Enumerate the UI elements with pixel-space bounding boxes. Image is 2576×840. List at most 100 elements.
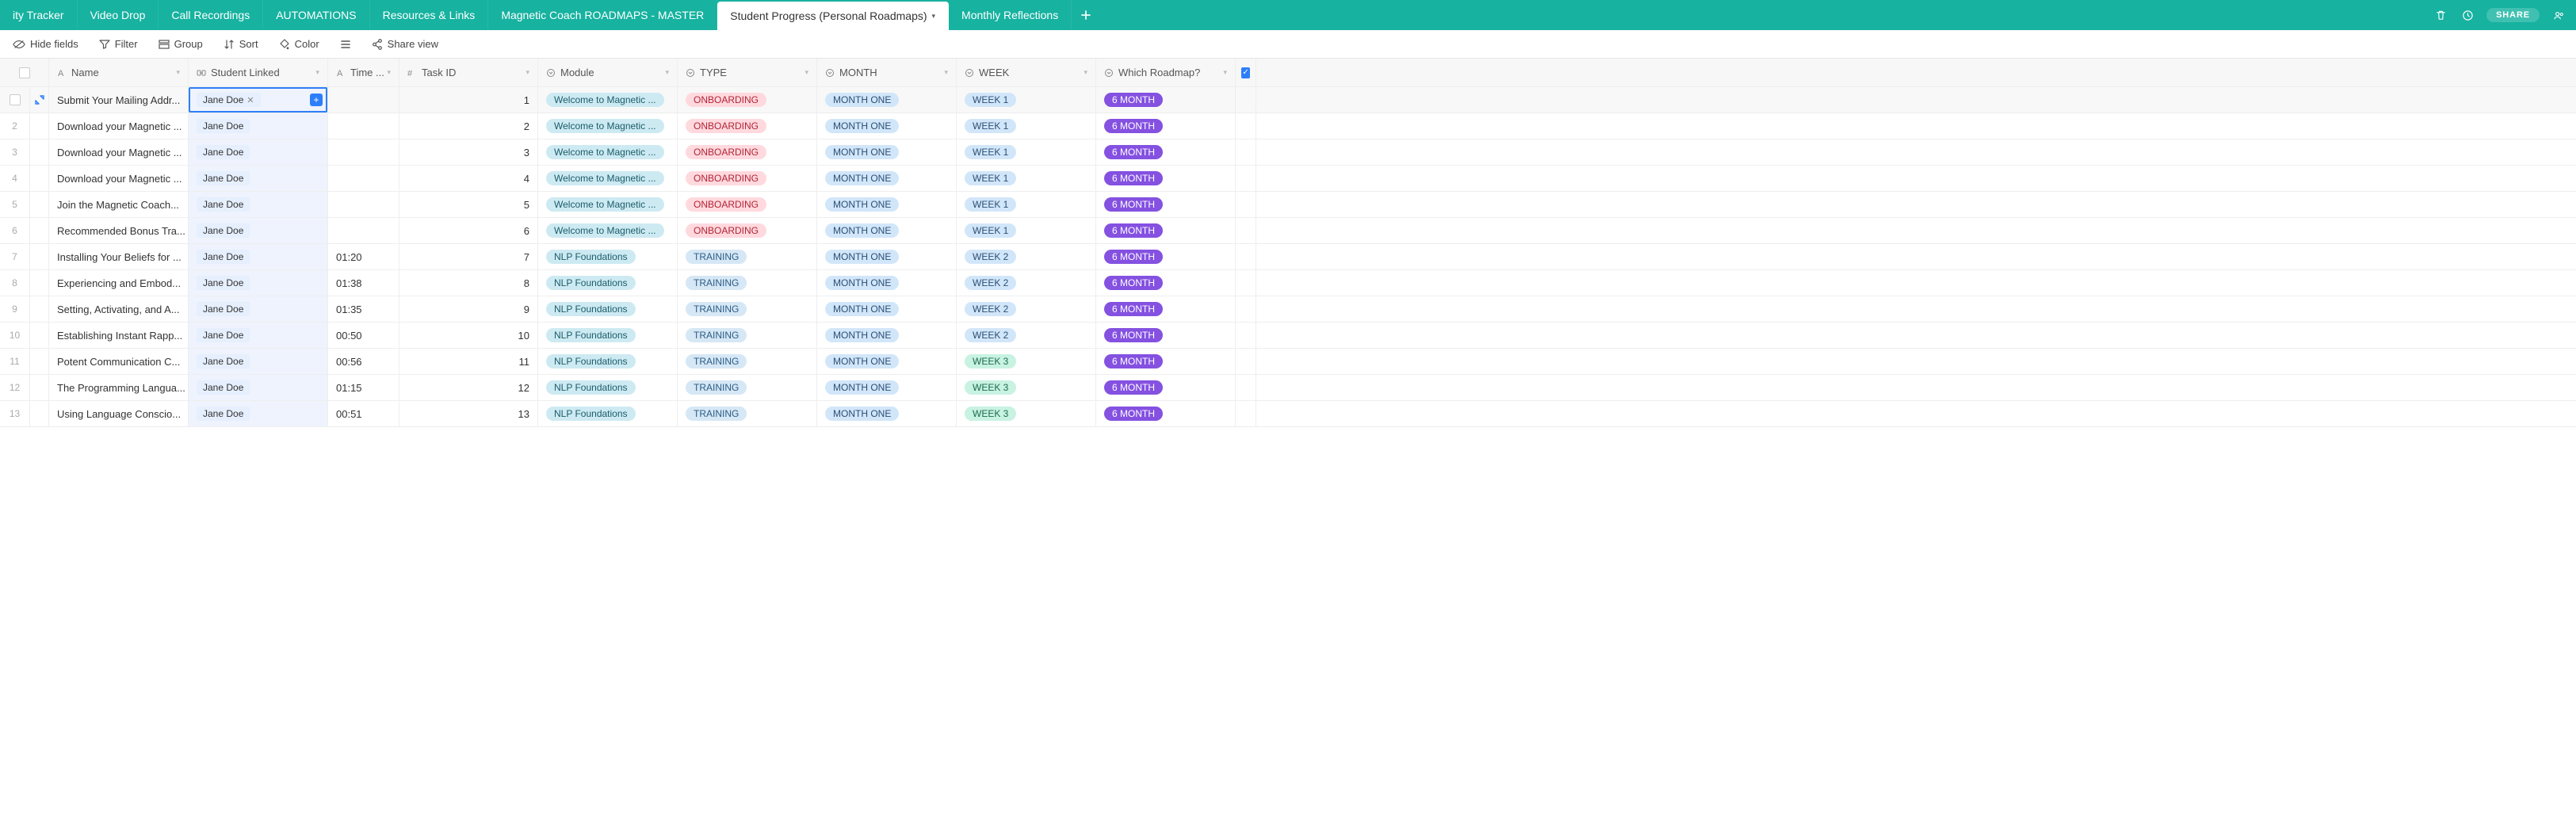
cell-name[interactable]: Download your Magnetic ... <box>49 113 189 139</box>
group-button[interactable]: Group <box>159 38 203 50</box>
cell-task-id[interactable]: 9 <box>399 296 538 322</box>
cell-task-id[interactable]: 2 <box>399 113 538 139</box>
cell-roadmap[interactable]: 6 MONTH <box>1096 323 1236 348</box>
cell-done[interactable] <box>1236 218 1256 243</box>
table-row[interactable]: 5Join the Magnetic Coach...Jane Doe5Welc… <box>0 192 2576 218</box>
cell-task-id[interactable]: 3 <box>399 139 538 165</box>
cell-week[interactable]: WEEK 1 <box>957 166 1096 191</box>
row-number[interactable]: 8 <box>0 270 30 296</box>
table-row[interactable]: 8Experiencing and Embod...Jane Doe01:388… <box>0 270 2576 296</box>
linked-record-chip[interactable]: Jane Doe <box>197 407 250 421</box>
cell-done[interactable] <box>1236 349 1256 374</box>
view-tab[interactable]: Video Drop <box>78 0 159 30</box>
cell-task-id[interactable]: 11 <box>399 349 538 374</box>
cell-module[interactable]: Welcome to Magnetic ... <box>538 87 678 113</box>
cell-week[interactable]: WEEK 1 <box>957 218 1096 243</box>
cell-time[interactable]: 01:35 <box>328 296 399 322</box>
linked-record-chip[interactable]: Jane Doe <box>197 197 250 212</box>
cell-student-linked[interactable]: Jane Doe <box>189 218 328 243</box>
cell-module[interactable]: NLP Foundations <box>538 296 678 322</box>
table-row[interactable]: 6Recommended Bonus Tra...Jane Doe6Welcom… <box>0 218 2576 244</box>
column-roadmap[interactable]: Which Roadmap?▾ <box>1096 59 1236 86</box>
row-number[interactable]: 4 <box>0 166 30 191</box>
view-tab[interactable]: Monthly Reflections <box>949 0 1072 30</box>
table-row[interactable]: 11Potent Communication C...Jane Doe00:56… <box>0 349 2576 375</box>
cell-month[interactable]: MONTH ONE <box>817 113 957 139</box>
cell-month[interactable]: MONTH ONE <box>817 218 957 243</box>
row-number[interactable]: 5 <box>0 192 30 217</box>
cell-month[interactable]: MONTH ONE <box>817 244 957 269</box>
cell-done[interactable] <box>1236 87 1256 113</box>
table-row[interactable]: 2Download your Magnetic ...Jane Doe2Welc… <box>0 113 2576 139</box>
color-button[interactable]: Color <box>279 38 319 50</box>
cell-roadmap[interactable]: 6 MONTH <box>1096 192 1236 217</box>
cell-done[interactable] <box>1236 375 1256 400</box>
cell-week[interactable]: WEEK 2 <box>957 244 1096 269</box>
cell-month[interactable]: MONTH ONE <box>817 296 957 322</box>
cell-roadmap[interactable]: 6 MONTH <box>1096 218 1236 243</box>
cell-module[interactable]: Welcome to Magnetic ... <box>538 192 678 217</box>
cell-week[interactable]: WEEK 3 <box>957 349 1096 374</box>
view-tab[interactable]: ity Tracker <box>0 0 78 30</box>
cell-time[interactable] <box>328 113 399 139</box>
cell-module[interactable]: Welcome to Magnetic ... <box>538 113 678 139</box>
cell-student-linked[interactable]: Jane Doe <box>189 139 328 165</box>
cell-student-linked[interactable]: Jane Doe <box>189 244 328 269</box>
history-icon[interactable] <box>2459 7 2475 23</box>
cell-done[interactable] <box>1236 139 1256 165</box>
cell-week[interactable]: WEEK 1 <box>957 87 1096 113</box>
select-all-checkbox[interactable] <box>0 59 49 86</box>
cell-month[interactable]: MONTH ONE <box>817 349 957 374</box>
row-number[interactable]: 10 <box>0 323 30 348</box>
linked-record-chip[interactable]: Jane Doe <box>197 250 250 264</box>
cell-time[interactable] <box>328 192 399 217</box>
cell-time[interactable] <box>328 139 399 165</box>
row-number[interactable]: 6 <box>0 218 30 243</box>
linked-record-chip[interactable]: Jane Doe <box>197 354 250 368</box>
cell-done[interactable] <box>1236 244 1256 269</box>
cell-roadmap[interactable]: 6 MONTH <box>1096 375 1236 400</box>
cell-type[interactable]: TRAINING <box>678 244 817 269</box>
row-number[interactable]: 12 <box>0 375 30 400</box>
cell-student-linked[interactable]: Jane Doe <box>189 401 328 426</box>
expand-record-button[interactable] <box>30 218 49 243</box>
cell-month[interactable]: MONTH ONE <box>817 401 957 426</box>
expand-record-button[interactable] <box>30 166 49 191</box>
cell-time[interactable]: 01:15 <box>328 375 399 400</box>
people-icon[interactable] <box>2551 7 2566 23</box>
cell-student-linked[interactable]: Jane Doe <box>189 375 328 400</box>
cell-name[interactable]: Download your Magnetic ... <box>49 166 189 191</box>
cell-done[interactable] <box>1236 192 1256 217</box>
cell-week[interactable]: WEEK 1 <box>957 139 1096 165</box>
cell-module[interactable]: NLP Foundations <box>538 401 678 426</box>
cell-month[interactable]: MONTH ONE <box>817 270 957 296</box>
cell-student-linked[interactable]: Jane Doe <box>189 349 328 374</box>
cell-month[interactable]: MONTH ONE <box>817 139 957 165</box>
cell-type[interactable]: ONBOARDING <box>678 192 817 217</box>
cell-done[interactable] <box>1236 166 1256 191</box>
cell-name[interactable]: Join the Magnetic Coach... <box>49 192 189 217</box>
cell-roadmap[interactable]: 6 MONTH <box>1096 87 1236 113</box>
row-number[interactable] <box>0 87 30 113</box>
expand-record-button[interactable] <box>30 139 49 165</box>
cell-student-linked[interactable]: Jane Doe <box>189 323 328 348</box>
linked-record-chip[interactable]: Jane Doe <box>197 276 250 290</box>
linked-record-chip[interactable]: Jane Doe <box>197 328 250 342</box>
cell-week[interactable]: WEEK 2 <box>957 270 1096 296</box>
cell-roadmap[interactable]: 6 MONTH <box>1096 244 1236 269</box>
cell-name[interactable]: Download your Magnetic ... <box>49 139 189 165</box>
table-row[interactable]: 7Installing Your Beliefs for ...Jane Doe… <box>0 244 2576 270</box>
linked-record-chip[interactable]: Jane Doe <box>197 380 250 395</box>
filter-button[interactable]: Filter <box>99 38 138 50</box>
cell-module[interactable]: NLP Foundations <box>538 244 678 269</box>
cell-task-id[interactable]: 13 <box>399 401 538 426</box>
cell-module[interactable]: NLP Foundations <box>538 375 678 400</box>
view-tab[interactable]: Student Progress (Personal Roadmaps)▾ <box>717 2 949 30</box>
linked-record-chip[interactable]: Jane Doe <box>197 119 250 133</box>
cell-time[interactable]: 01:38 <box>328 270 399 296</box>
cell-roadmap[interactable]: 6 MONTH <box>1096 349 1236 374</box>
cell-month[interactable]: MONTH ONE <box>817 166 957 191</box>
linked-record-chip[interactable]: Jane Doe✕ <box>197 93 261 107</box>
cell-task-id[interactable]: 1 <box>399 87 538 113</box>
cell-type[interactable]: TRAINING <box>678 270 817 296</box>
